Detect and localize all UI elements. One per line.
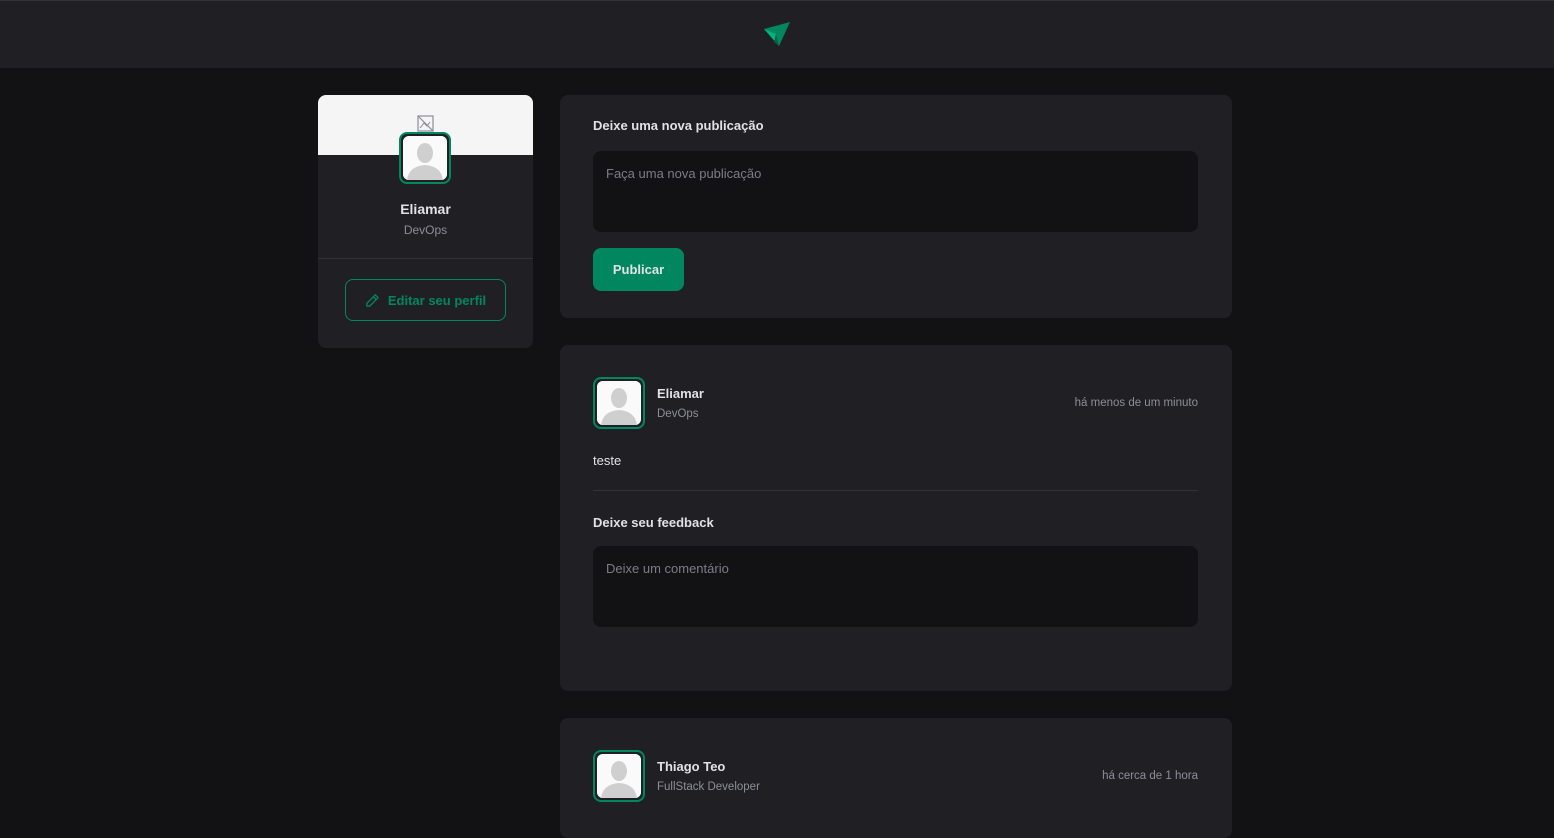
broken-image-icon: [417, 115, 434, 132]
avatar[interactable]: [593, 377, 645, 429]
post-card: Eliamar DevOps há menos de um minuto tes…: [560, 345, 1232, 691]
divider: [318, 258, 533, 259]
author-name: Thiago Teo: [657, 759, 726, 774]
post-content: teste: [593, 453, 622, 468]
edit-profile-button[interactable]: Editar seu perfil: [345, 279, 506, 321]
top-header: [0, 0, 1554, 68]
user-silhouette-icon: [597, 381, 641, 425]
user-silhouette-icon: [403, 136, 447, 180]
profile-role: DevOps: [403, 223, 448, 237]
post-header: Eliamar DevOps há menos de um minuto: [593, 377, 1198, 429]
post-header: Thiago Teo FullStack Developer há cerca …: [593, 750, 1198, 802]
post-author: Eliamar DevOps: [657, 386, 1075, 420]
edit-profile-label: Editar seu perfil: [387, 292, 487, 308]
user-silhouette-icon: [597, 754, 641, 798]
post-author: Thiago Teo FullStack Developer: [657, 759, 1102, 793]
post-time[interactable]: há cerca de 1 hora: [1102, 770, 1198, 782]
post-card: Thiago Teo FullStack Developer há cerca …: [560, 718, 1232, 838]
author-name: Eliamar: [657, 386, 704, 401]
pencil-icon: [366, 293, 379, 307]
new-post-input[interactable]: [593, 151, 1198, 232]
author-role: DevOps: [657, 408, 699, 420]
author-role: FullStack Developer: [657, 781, 760, 793]
profile-name: Eliamar: [400, 201, 451, 217]
comment-input[interactable]: [593, 546, 1198, 627]
ignite-feed-logo[interactable]: [762, 20, 792, 50]
publish-button[interactable]: Publicar: [593, 248, 684, 291]
new-post-title: Deixe uma nova publicação: [593, 118, 764, 133]
feedback-title: Deixe seu feedback: [593, 515, 714, 530]
divider: [593, 490, 1198, 491]
new-post-card: Deixe uma nova publicação Publicar: [560, 95, 1232, 318]
post-time[interactable]: há menos de um minuto: [1075, 397, 1198, 409]
profile-sidebar: Eliamar DevOps Editar seu perfil: [318, 95, 533, 348]
avatar[interactable]: [399, 132, 451, 184]
avatar[interactable]: [593, 750, 645, 802]
